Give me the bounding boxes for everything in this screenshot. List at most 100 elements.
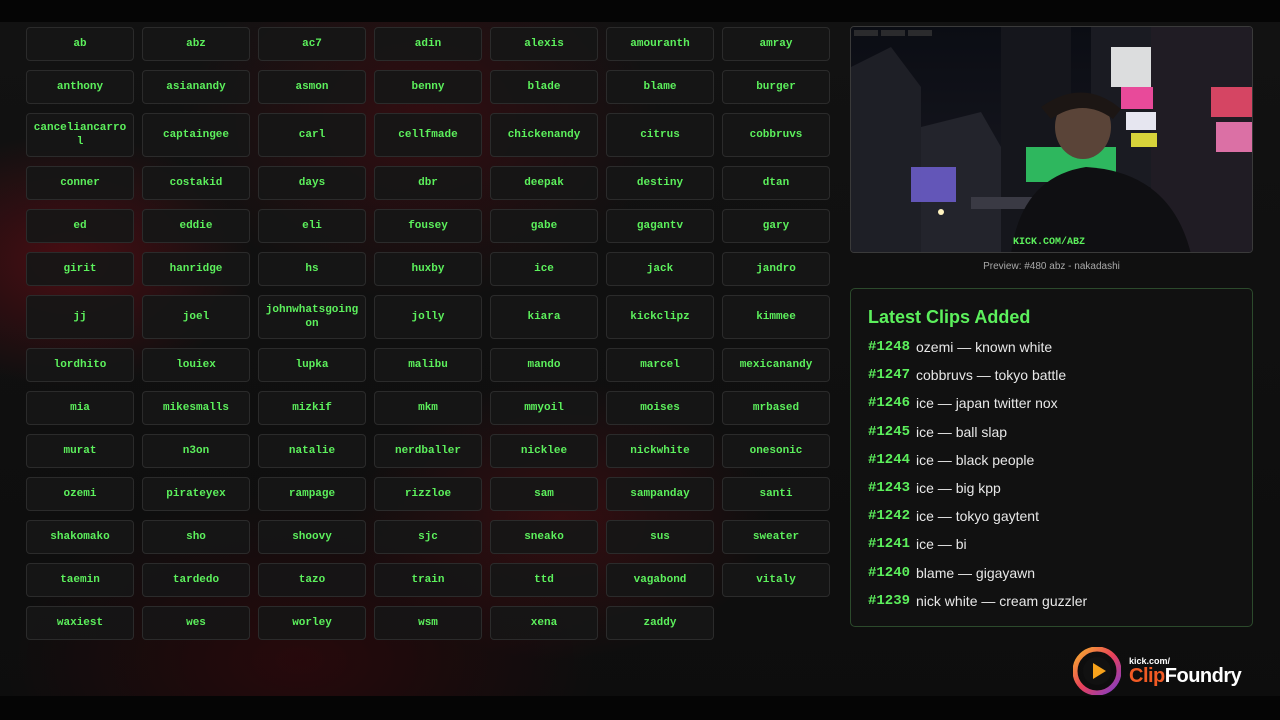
streamer-button[interactable]: chickenandy: [490, 113, 598, 157]
streamer-button[interactable]: joel: [142, 295, 250, 339]
streamer-button[interactable]: adin: [374, 27, 482, 61]
streamer-button[interactable]: mexicanandy: [722, 348, 830, 382]
streamer-button[interactable]: mizkif: [258, 391, 366, 425]
streamer-button[interactable]: lordhito: [26, 348, 134, 382]
streamer-button[interactable]: alexis: [490, 27, 598, 61]
streamer-button[interactable]: sweater: [722, 520, 830, 554]
streamer-button[interactable]: tardedo: [142, 563, 250, 597]
streamer-button[interactable]: gabe: [490, 209, 598, 243]
streamer-button[interactable]: kiara: [490, 295, 598, 339]
streamer-button[interactable]: abz: [142, 27, 250, 61]
streamer-button[interactable]: ac7: [258, 27, 366, 61]
clip-list-item[interactable]: #1242 ice — tokyo gaytent: [868, 502, 1236, 530]
streamer-button[interactable]: conner: [26, 166, 134, 200]
streamer-button[interactable]: hs: [258, 252, 366, 286]
streamer-button[interactable]: jolly: [374, 295, 482, 339]
streamer-button[interactable]: lupka: [258, 348, 366, 382]
streamer-button[interactable]: mmyoil: [490, 391, 598, 425]
streamer-button[interactable]: amouranth: [606, 27, 714, 61]
clip-list-item[interactable]: #1243 ice — big kpp: [868, 474, 1236, 502]
clip-list-item[interactable]: #1247 cobbruvs — tokyo battle: [868, 361, 1236, 389]
streamer-button[interactable]: eli: [258, 209, 366, 243]
streamer-button[interactable]: vitaly: [722, 563, 830, 597]
streamer-button[interactable]: sampanday: [606, 477, 714, 511]
streamer-button[interactable]: murat: [26, 434, 134, 468]
streamer-button[interactable]: dtan: [722, 166, 830, 200]
streamer-button[interactable]: mia: [26, 391, 134, 425]
streamer-button[interactable]: blade: [490, 70, 598, 104]
streamer-button[interactable]: dbr: [374, 166, 482, 200]
streamer-button[interactable]: n3on: [142, 434, 250, 468]
streamer-button[interactable]: jack: [606, 252, 714, 286]
video-preview[interactable]: KICK.COM/ABZ: [850, 26, 1253, 253]
streamer-button[interactable]: ttd: [490, 563, 598, 597]
streamer-button[interactable]: nicklee: [490, 434, 598, 468]
streamer-button[interactable]: shakomako: [26, 520, 134, 554]
streamer-button[interactable]: mando: [490, 348, 598, 382]
streamer-button[interactable]: mikesmalls: [142, 391, 250, 425]
streamer-button[interactable]: shoovy: [258, 520, 366, 554]
streamer-button[interactable]: hanridge: [142, 252, 250, 286]
streamer-button[interactable]: wsm: [374, 606, 482, 640]
streamer-button[interactable]: mrbased: [722, 391, 830, 425]
streamer-button[interactable]: sam: [490, 477, 598, 511]
streamer-button[interactable]: moises: [606, 391, 714, 425]
streamer-button[interactable]: destiny: [606, 166, 714, 200]
streamer-button[interactable]: days: [258, 166, 366, 200]
streamer-button[interactable]: benny: [374, 70, 482, 104]
streamer-button[interactable]: wes: [142, 606, 250, 640]
streamer-button[interactable]: sus: [606, 520, 714, 554]
streamer-button[interactable]: xena: [490, 606, 598, 640]
streamer-button[interactable]: eddie: [142, 209, 250, 243]
streamer-button[interactable]: citrus: [606, 113, 714, 157]
streamer-button[interactable]: onesonic: [722, 434, 830, 468]
streamer-button[interactable]: natalie: [258, 434, 366, 468]
streamer-button[interactable]: nerdballer: [374, 434, 482, 468]
clip-list-item[interactable]: #1248 ozemi — known white: [868, 333, 1236, 361]
streamer-button[interactable]: santi: [722, 477, 830, 511]
streamer-button[interactable]: sneako: [490, 520, 598, 554]
streamer-button[interactable]: blame: [606, 70, 714, 104]
streamer-button[interactable]: ice: [490, 252, 598, 286]
streamer-button[interactable]: girit: [26, 252, 134, 286]
streamer-button[interactable]: costakid: [142, 166, 250, 200]
streamer-button[interactable]: train: [374, 563, 482, 597]
clip-list-item[interactable]: #1241 ice — bi: [868, 530, 1236, 558]
streamer-button[interactable]: ed: [26, 209, 134, 243]
clip-list-item[interactable]: #1246 ice — japan twitter nox: [868, 389, 1236, 417]
streamer-button[interactable]: cobbruvs: [722, 113, 830, 157]
streamer-button[interactable]: worley: [258, 606, 366, 640]
streamer-button[interactable]: burger: [722, 70, 830, 104]
streamer-button[interactable]: tazo: [258, 563, 366, 597]
streamer-button[interactable]: rizzloe: [374, 477, 482, 511]
streamer-button[interactable]: canceliancarrol: [26, 113, 134, 157]
streamer-button[interactable]: asmon: [258, 70, 366, 104]
streamer-button[interactable]: deepak: [490, 166, 598, 200]
streamer-button[interactable]: jj: [26, 295, 134, 339]
streamer-button[interactable]: huxby: [374, 252, 482, 286]
streamer-button[interactable]: captaingee: [142, 113, 250, 157]
streamer-button[interactable]: fousey: [374, 209, 482, 243]
streamer-button[interactable]: johnwhatsgoingon: [258, 295, 366, 339]
streamer-button[interactable]: taemin: [26, 563, 134, 597]
streamer-button[interactable]: ab: [26, 27, 134, 61]
streamer-button[interactable]: sjc: [374, 520, 482, 554]
streamer-button[interactable]: louiex: [142, 348, 250, 382]
streamer-button[interactable]: nickwhite: [606, 434, 714, 468]
streamer-button[interactable]: cellfmade: [374, 113, 482, 157]
clip-list-item[interactable]: #1240 blame — gigayawn: [868, 559, 1236, 587]
streamer-button[interactable]: carl: [258, 113, 366, 157]
clip-list-item[interactable]: #1245 ice — ball slap: [868, 418, 1236, 446]
streamer-button[interactable]: sho: [142, 520, 250, 554]
streamer-button[interactable]: vagabond: [606, 563, 714, 597]
streamer-button[interactable]: marcel: [606, 348, 714, 382]
streamer-button[interactable]: rampage: [258, 477, 366, 511]
streamer-button[interactable]: kickclipz: [606, 295, 714, 339]
streamer-button[interactable]: pirateyex: [142, 477, 250, 511]
streamer-button[interactable]: ozemi: [26, 477, 134, 511]
streamer-button[interactable]: mkm: [374, 391, 482, 425]
streamer-button[interactable]: malibu: [374, 348, 482, 382]
streamer-button[interactable]: anthony: [26, 70, 134, 104]
streamer-button[interactable]: gagantv: [606, 209, 714, 243]
clip-list-item[interactable]: #1244 ice — black people: [868, 446, 1236, 474]
